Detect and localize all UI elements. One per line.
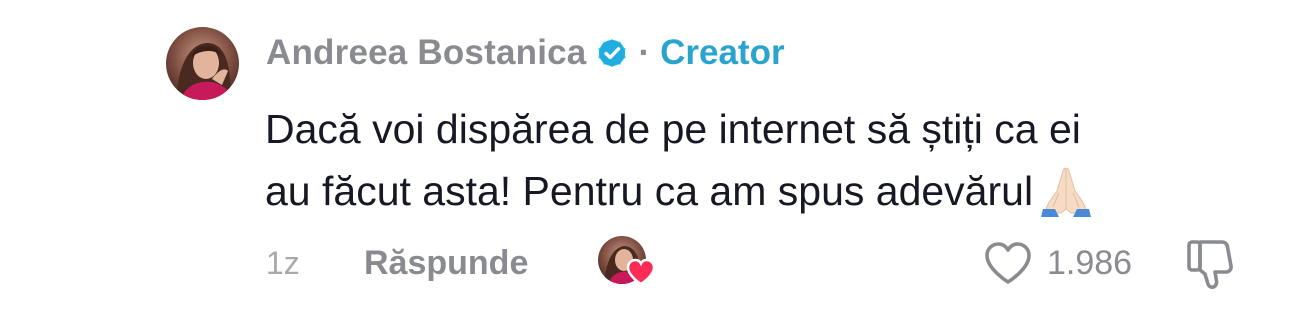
author-name[interactable]: Andreea Bostanica [266, 33, 586, 73]
creator-liked-indicator [598, 236, 656, 288]
separator-dot: · [638, 33, 651, 72]
avatar[interactable] [166, 27, 239, 100]
comment-line-2-wrap: au făcut asta! Pentru ca am spus adevăru… [265, 160, 1265, 222]
comment-line-2: au făcut asta! Pentru ca am spus adevăru… [265, 168, 1034, 214]
verified-badge-icon [596, 37, 628, 69]
heart-filled-icon [626, 258, 656, 286]
comment-line-1: Dacă voi dispărea de pe internet să știț… [265, 106, 1081, 152]
like-count: 1.986 [1047, 243, 1133, 282]
thumbs-down-icon[interactable] [1184, 236, 1238, 292]
creator-label: Creator [660, 33, 785, 72]
heart-outline-icon [983, 240, 1033, 286]
comment-text: Dacă voi dispărea de pe internet să știț… [265, 98, 1265, 222]
praying-hands-icon [1039, 163, 1093, 217]
like-button[interactable]: 1.986 [983, 236, 1132, 290]
comment-timestamp: 1z [266, 244, 300, 281]
comment-header: Andreea Bostanica · Creator [266, 30, 785, 76]
reply-button[interactable]: Răspunde [364, 238, 528, 288]
